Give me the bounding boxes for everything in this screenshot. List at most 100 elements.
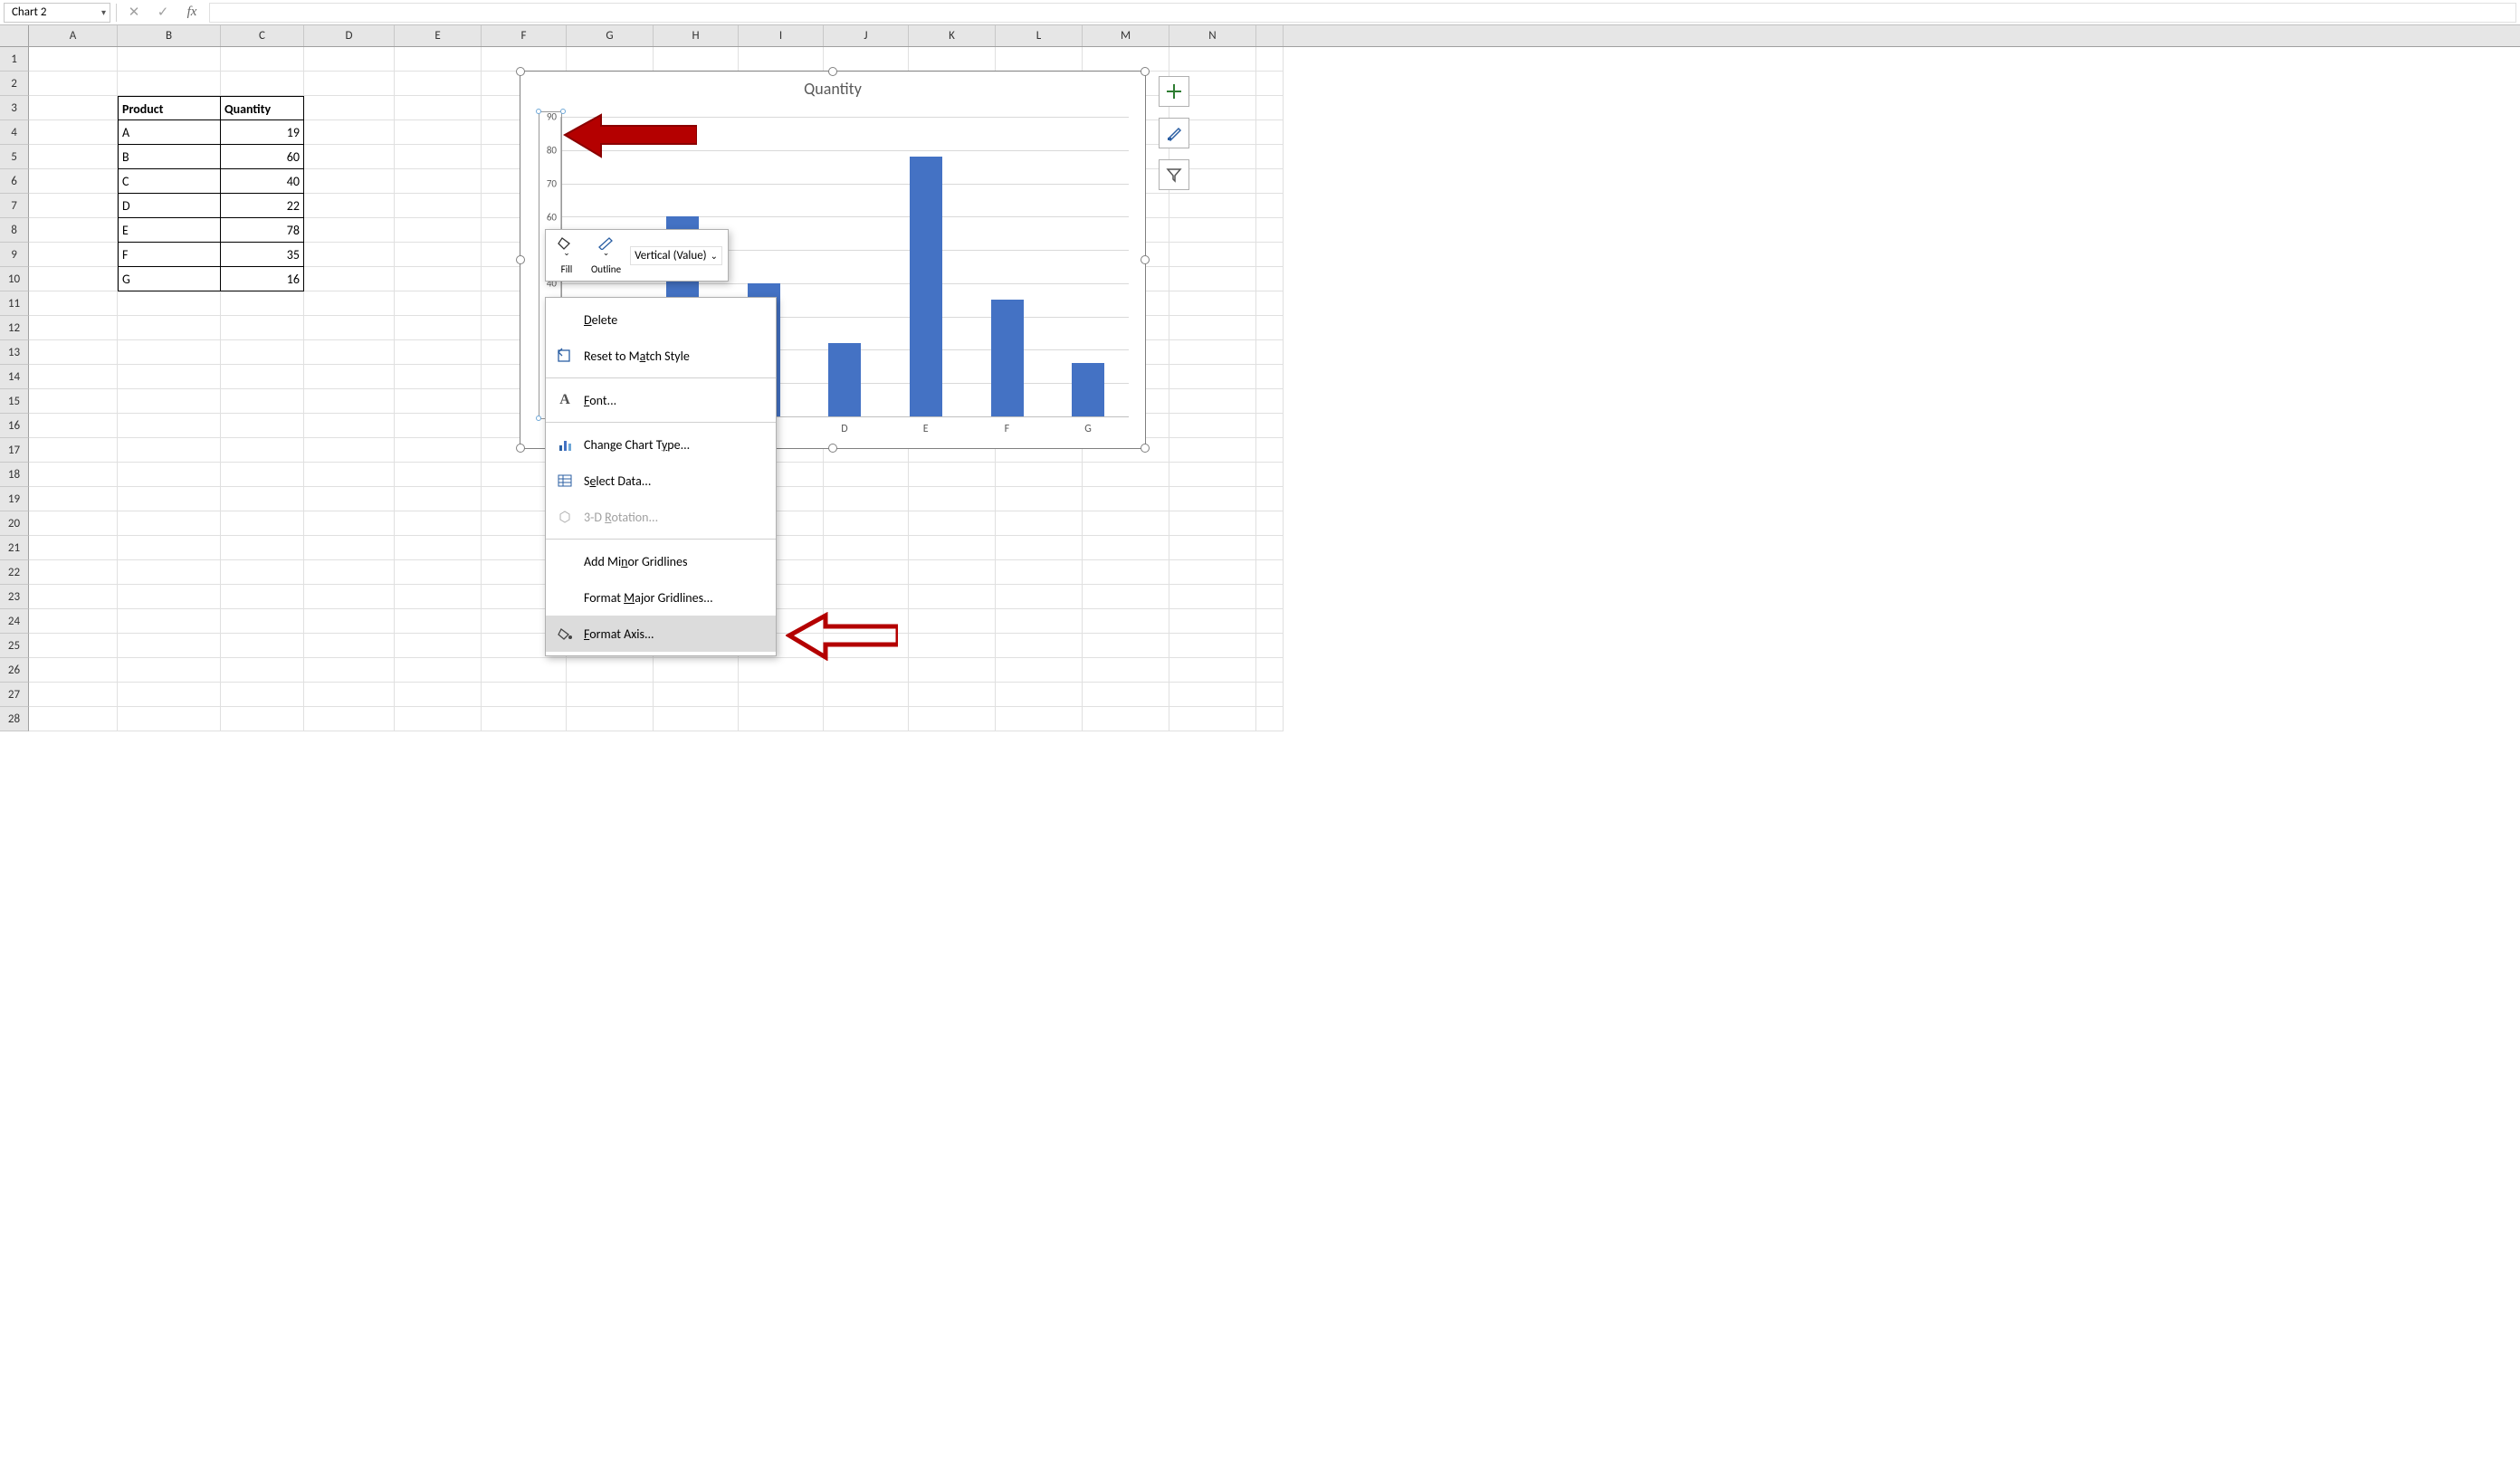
menu-item[interactable]: Select Data... [546,463,776,499]
cell[interactable] [1256,511,1284,536]
cell[interactable] [29,414,118,438]
cell[interactable] [395,389,482,414]
cell[interactable] [304,120,395,145]
cell[interactable] [304,707,395,731]
row-header[interactable]: 16 [0,414,29,438]
cell[interactable] [395,365,482,389]
cell[interactable] [29,96,118,120]
cell[interactable] [395,194,482,218]
row-header[interactable]: 20 [0,511,29,536]
cell[interactable]: 22 [221,194,304,218]
cell[interactable] [739,683,824,707]
cell[interactable] [395,169,482,194]
cell[interactable] [482,658,567,683]
cell[interactable] [29,120,118,145]
row-header[interactable]: 25 [0,634,29,658]
cell[interactable] [1169,487,1256,511]
cell[interactable] [654,658,739,683]
cell[interactable] [1169,585,1256,609]
cell[interactable] [118,658,221,683]
menu-item[interactable]: Format Major Gridlines... [546,579,776,616]
cell[interactable] [221,609,304,634]
name-box[interactable]: Chart 2 ▾ [4,3,110,23]
cell[interactable] [304,72,395,96]
cell[interactable] [304,487,395,511]
row-header[interactable]: 9 [0,243,29,267]
cell[interactable] [1256,194,1284,218]
row-header[interactable]: 2 [0,72,29,96]
enter-icon[interactable]: ✓ [151,4,175,21]
cell[interactable] [304,658,395,683]
cell[interactable] [1256,658,1284,683]
chart-filters-button[interactable] [1159,159,1189,190]
cell[interactable] [1169,560,1256,585]
cell[interactable] [29,389,118,414]
cell[interactable] [304,438,395,463]
resize-handle[interactable] [828,67,837,76]
row-header[interactable]: 19 [0,487,29,511]
cell[interactable] [1256,634,1284,658]
cell[interactable] [1169,316,1256,340]
cell[interactable] [395,536,482,560]
cell[interactable] [1169,340,1256,365]
cell[interactable] [118,365,221,389]
cell[interactable] [29,707,118,731]
data-bar[interactable] [1072,363,1104,416]
cell[interactable] [1256,609,1284,634]
cell[interactable] [1169,634,1256,658]
cell[interactable] [1169,683,1256,707]
cell[interactable] [567,707,654,731]
cell[interactable] [1169,267,1256,291]
cell[interactable] [118,340,221,365]
cell[interactable] [1256,365,1284,389]
cell[interactable] [1256,96,1284,120]
fx-icon[interactable]: fx [180,5,204,20]
cell[interactable] [1083,511,1169,536]
cell[interactable] [1256,47,1284,72]
formula-input[interactable] [209,3,2516,23]
cell[interactable] [29,47,118,72]
cell[interactable] [304,194,395,218]
resize-handle[interactable] [1141,255,1150,264]
cell[interactable] [395,340,482,365]
cell[interactable] [29,72,118,96]
chart-elements-button[interactable] [1159,76,1189,107]
row-header[interactable]: 6 [0,169,29,194]
cell[interactable] [395,47,482,72]
cell[interactable] [29,243,118,267]
cell[interactable] [118,72,221,96]
cell[interactable] [395,438,482,463]
cell[interactable] [221,316,304,340]
cell[interactable] [395,96,482,120]
cell[interactable] [1083,658,1169,683]
cell[interactable] [739,47,824,72]
cell[interactable] [221,47,304,72]
cell[interactable] [739,707,824,731]
menu-item[interactable]: Add Minor Gridlines [546,543,776,579]
column-header[interactable]: A [29,25,118,46]
cell[interactable] [221,414,304,438]
cell[interactable] [1256,72,1284,96]
cell[interactable] [29,683,118,707]
row-header[interactable]: 26 [0,658,29,683]
cell[interactable] [1083,47,1169,72]
row-header[interactable]: 5 [0,145,29,169]
cell[interactable] [654,707,739,731]
cell[interactable] [1256,169,1284,194]
cell[interactable] [118,291,221,316]
cell[interactable] [395,243,482,267]
row-header[interactable]: 23 [0,585,29,609]
resize-handle[interactable] [516,444,525,453]
cell[interactable] [221,340,304,365]
cell[interactable] [304,414,395,438]
cell[interactable] [1169,536,1256,560]
cell[interactable] [1256,707,1284,731]
cell[interactable] [1083,536,1169,560]
cell[interactable] [304,560,395,585]
column-header[interactable]: I [739,25,824,46]
cell[interactable] [909,463,996,487]
cell[interactable] [1256,218,1284,243]
cell[interactable] [824,658,909,683]
row-header[interactable]: 11 [0,291,29,316]
cell[interactable] [221,389,304,414]
